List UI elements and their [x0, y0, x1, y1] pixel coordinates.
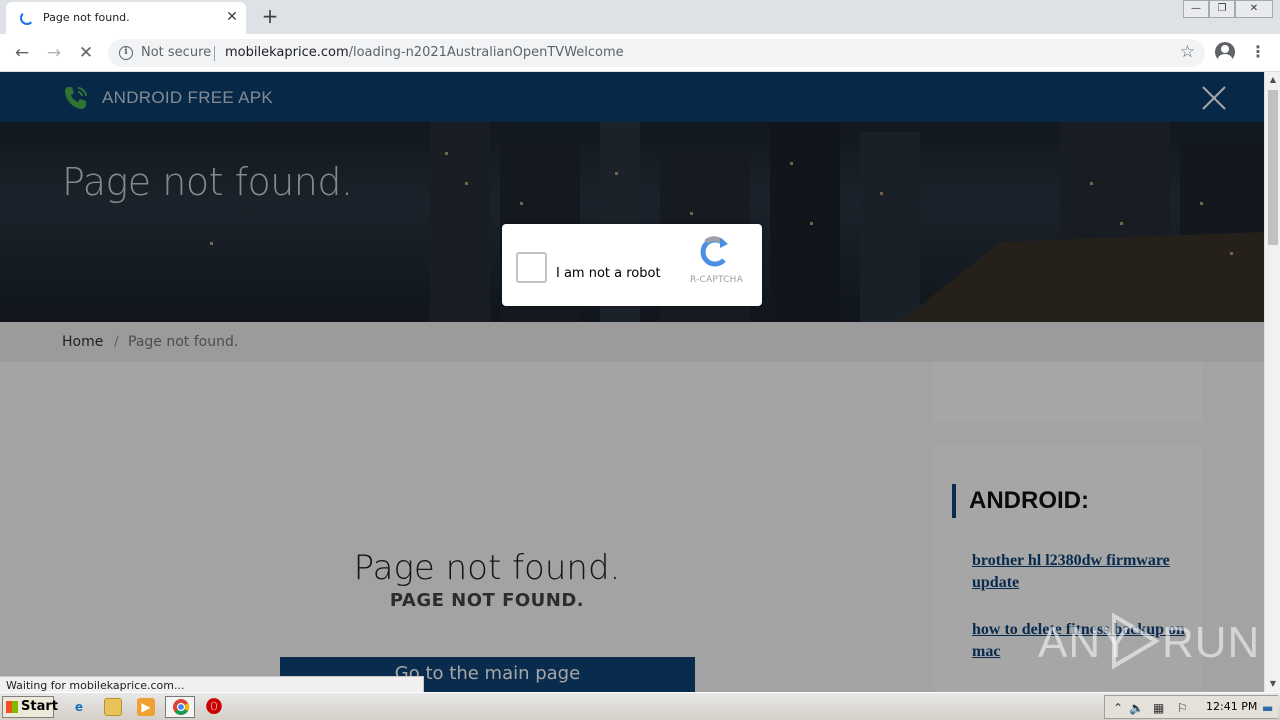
media-player-icon[interactable]: ▶ [137, 698, 155, 716]
tab-strip: Page not found. ✕ + — ❐ ✕ [0, 0, 1280, 34]
volume-icon[interactable]: 🔈 [1129, 701, 1144, 715]
captcha-label: I am not a robot [556, 266, 661, 281]
captcha-checkbox[interactable] [516, 252, 547, 283]
captcha-brand: R-CAPTCHA [690, 275, 743, 285]
security-label[interactable]: Not secure [141, 45, 211, 60]
start-button[interactable]: Start [2, 696, 58, 718]
forward-arrow-icon[interactable]: → [42, 41, 66, 65]
flag-icon[interactable]: ⚐ [1177, 701, 1188, 715]
omnibox-divider [214, 46, 215, 61]
windows-taskbar: Start e ▶ ⓿ ⌃ 🔈 ▦ ⚐ 12:41 PM ▬ [0, 692, 1280, 720]
windows-flag-icon [6, 701, 18, 713]
show-desktop-icon[interactable]: ▬ [1262, 701, 1273, 715]
network-icon[interactable]: ▦ [1153, 701, 1164, 715]
browser-toolbar: ← → ✕ i Not secure mobilekaprice.com/loa… [0, 34, 1280, 72]
anyrun-watermark: ANY RUN [1038, 610, 1259, 670]
star-icon[interactable]: ☆ [1180, 42, 1195, 62]
window-close-button[interactable]: ✕ [1235, 0, 1273, 18]
stop-icon[interactable]: ✕ [74, 41, 98, 65]
scroll-up-icon[interactable]: ▲ [1265, 72, 1280, 88]
clock[interactable]: 12:41 PM [1206, 700, 1257, 713]
new-tab-button[interactable]: + [259, 4, 281, 28]
chrome-icon [173, 699, 190, 715]
chrome-taskbar-button[interactable] [165, 696, 195, 718]
address-bar[interactable]: i Not secure mobilekaprice.com/loading-n… [108, 39, 1205, 67]
back-arrow-icon[interactable]: ← [10, 41, 34, 65]
scroll-thumb[interactable] [1268, 90, 1278, 245]
start-label: Start [21, 699, 58, 714]
browser-tab[interactable]: Page not found. ✕ [6, 2, 246, 34]
modal-overlay[interactable] [0, 72, 1264, 692]
tab-close-icon[interactable]: ✕ [223, 8, 241, 26]
info-icon[interactable]: i [119, 46, 133, 60]
page-viewport: ANDROID FREE APK Page not found. Home / … [0, 72, 1264, 692]
watermark-text-right: RUN [1162, 618, 1261, 667]
loading-spinner-icon [20, 11, 34, 25]
tab-title: Page not found. [43, 11, 130, 24]
play-logo-icon [1112, 612, 1160, 670]
minimize-button[interactable]: — [1183, 0, 1209, 18]
scroll-down-icon[interactable]: ▼ [1265, 676, 1280, 692]
menu-icon[interactable]: ⋮ [1250, 42, 1266, 62]
opera-icon[interactable]: ⓿ [205, 698, 223, 716]
url-host: mobilekaprice.com [225, 45, 349, 60]
url-path: /loading-n2021AustralianOpenTVWelcome [348, 45, 624, 60]
account-icon[interactable] [1215, 42, 1235, 62]
ie-icon[interactable]: e [70, 698, 88, 716]
tray-expand-icon[interactable]: ⌃ [1113, 701, 1123, 715]
system-tray: ⌃ 🔈 ▦ ⚐ 12:41 PM ▬ [1104, 695, 1278, 719]
restore-button[interactable]: ❐ [1209, 0, 1235, 18]
page-scrollbar[interactable]: ▲ ▼ [1264, 72, 1280, 692]
recaptcha-icon [700, 236, 728, 267]
folder-icon[interactable] [104, 698, 122, 716]
captcha-widget: I am not a robot R-CAPTCHA [502, 224, 762, 306]
url-text[interactable]: mobilekaprice.com/loading-n2021Australia… [225, 45, 624, 60]
